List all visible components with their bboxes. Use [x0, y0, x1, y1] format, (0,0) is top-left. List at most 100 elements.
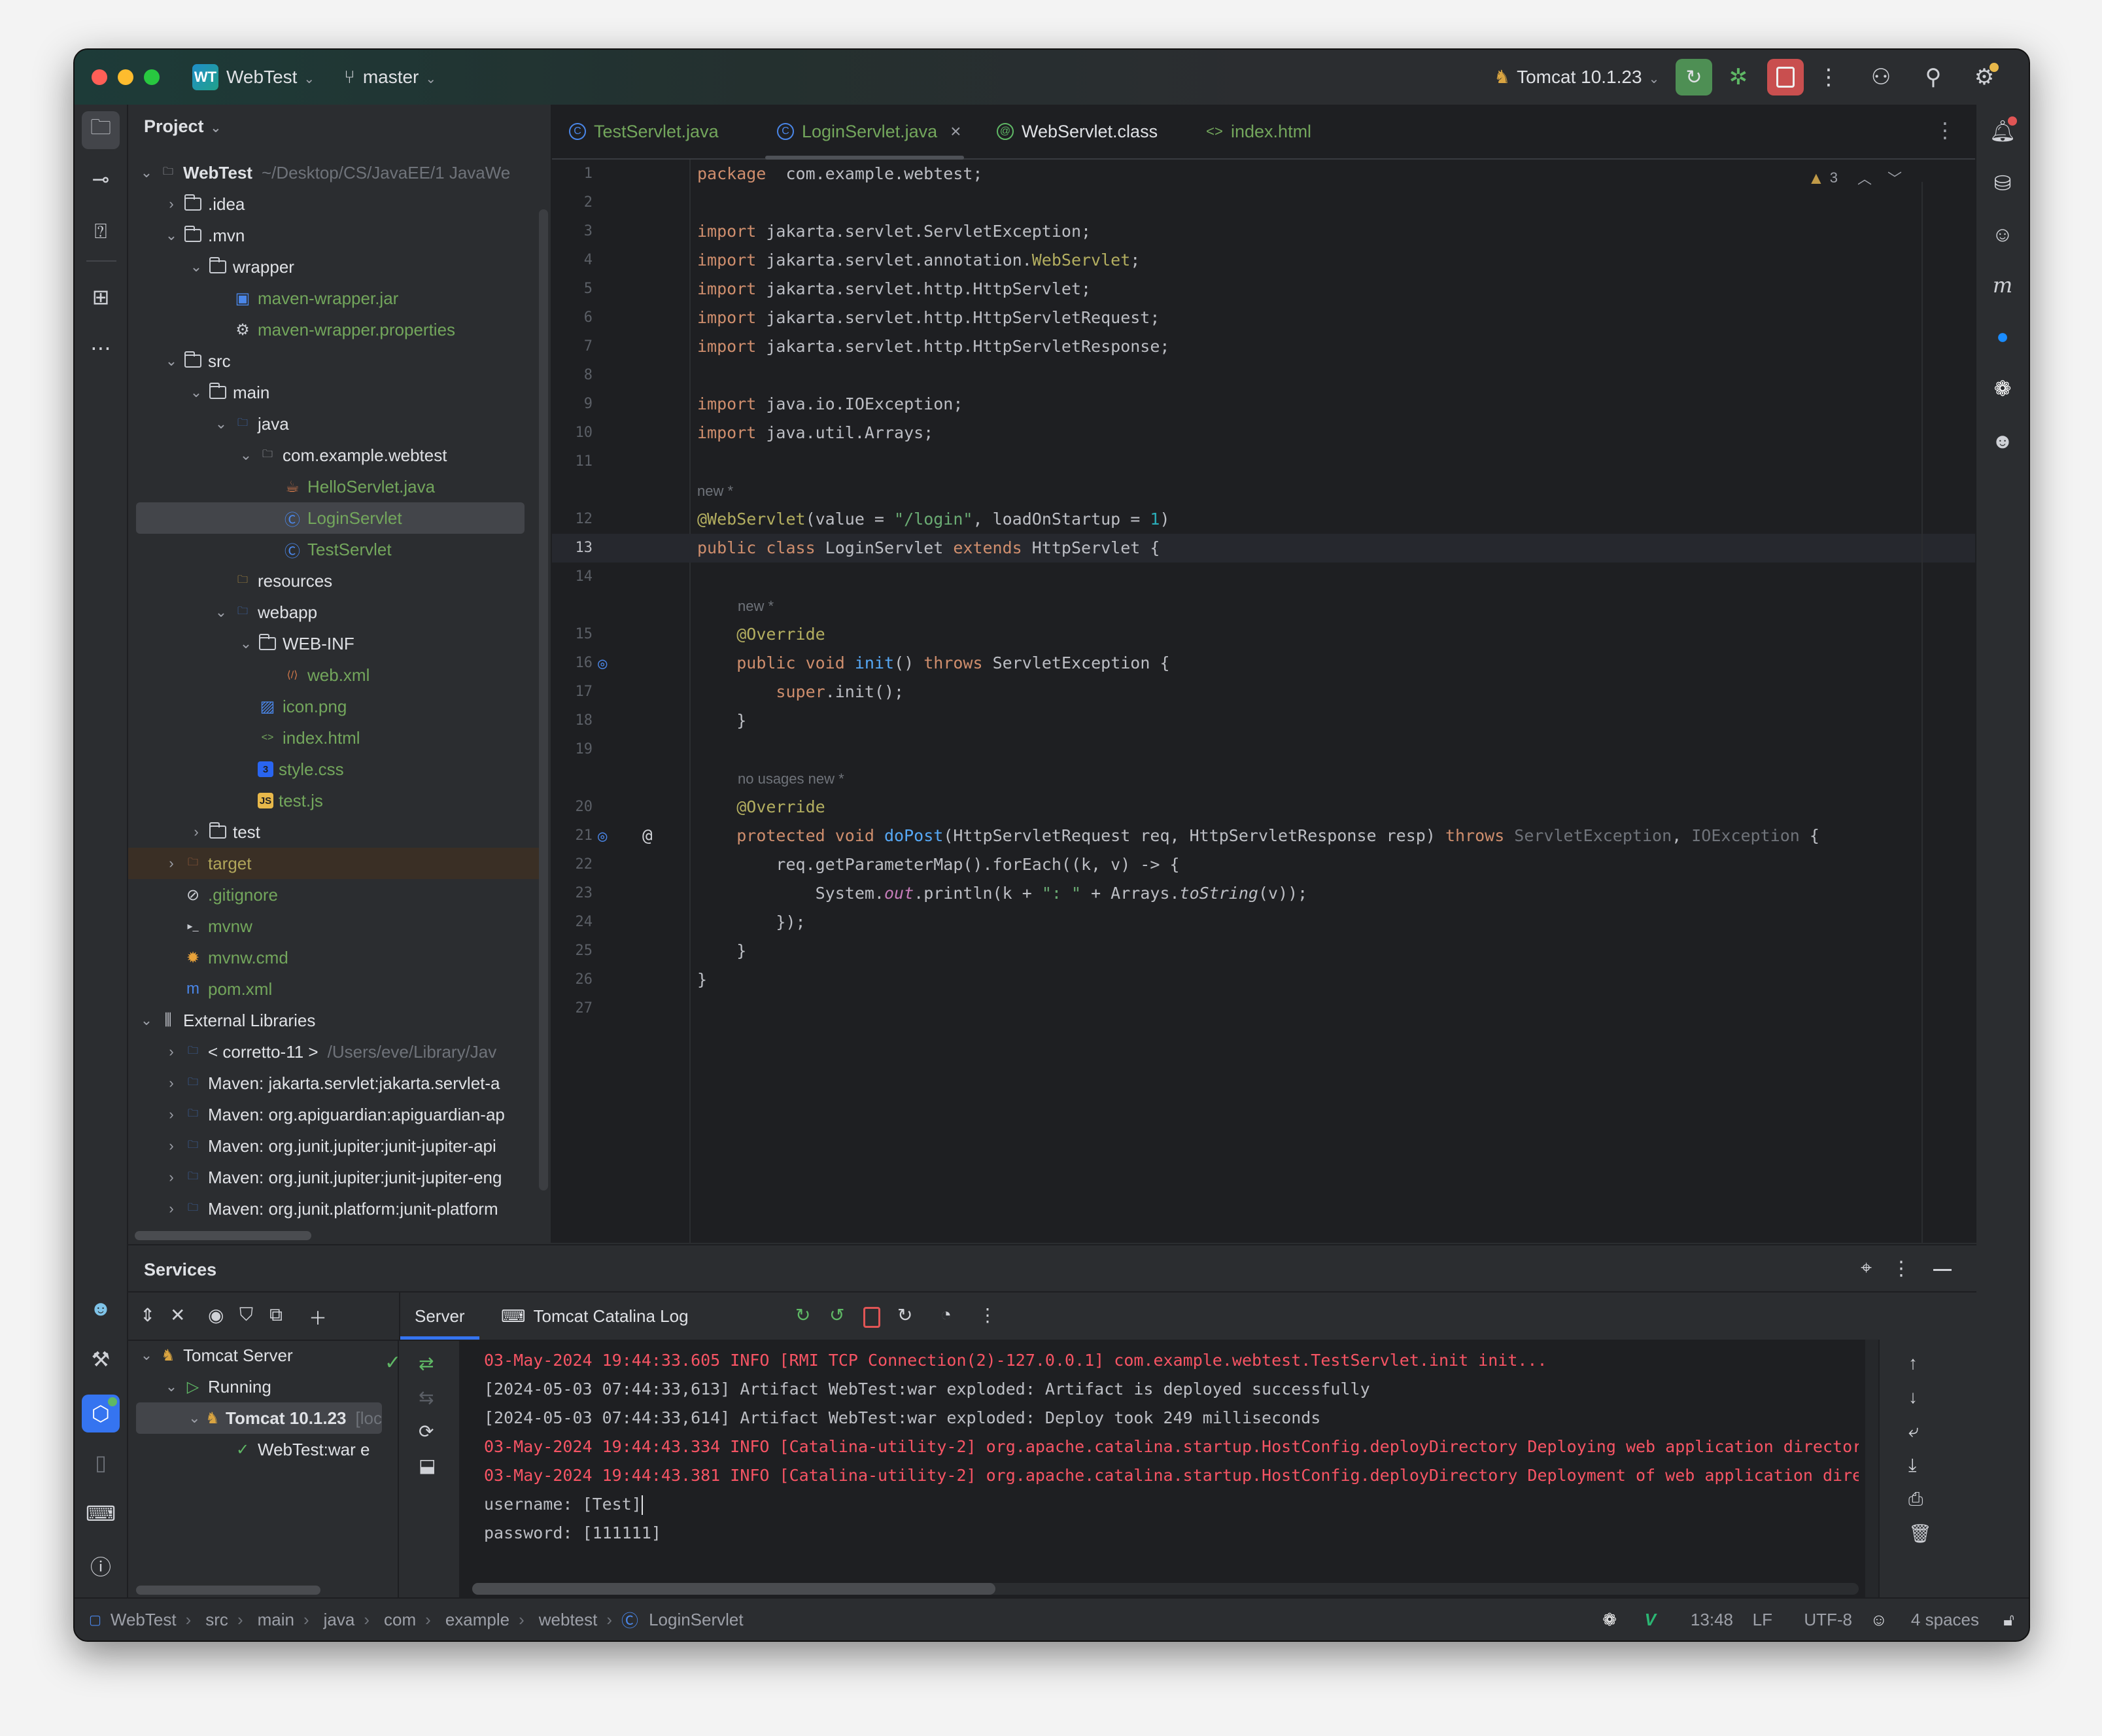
- chevron-right-icon[interactable]: ›: [162, 855, 181, 872]
- previous-highlight-icon[interactable]: ︿: [1857, 167, 1872, 188]
- tree-item[interactable]: ⌄ 🗀 java: [128, 408, 540, 440]
- tree-item[interactable]: ✹ mvnw.cmd: [128, 942, 540, 973]
- tree-item[interactable]: ⌄ wrapper: [128, 251, 540, 283]
- code-line[interactable]: 5 import jakarta.servlet.http.HttpServlet…: [552, 275, 1975, 304]
- problems-tool-button[interactable]: ⓘ: [85, 1550, 116, 1582]
- breadcrumb-item[interactable]: webtest: [539, 1610, 598, 1630]
- code-line[interactable]: 15 @Override: [552, 620, 1975, 649]
- scroll-down-icon[interactable]: ↓: [1908, 1387, 1918, 1408]
- tree-item[interactable]: ⌄ 🗀 WebTest ~/Desktop/CS/JavaEE/1 JavaWe: [128, 157, 540, 188]
- tree-item[interactable]: Ⓒ TestServlet: [128, 534, 540, 565]
- copilot-button[interactable]: ☺: [1987, 218, 2018, 250]
- rerun-button[interactable]: ↻: [1676, 59, 1712, 95]
- close-window-button[interactable]: [92, 69, 107, 85]
- tree-item[interactable]: ⌄ ♞ Tomcat 10.1.23 [loc: [136, 1402, 382, 1434]
- locate-button[interactable]: ⌖: [1861, 1257, 1872, 1279]
- code-line[interactable]: 6 import jakarta.servlet.http.HttpServlet…: [552, 304, 1975, 332]
- soft-wrap-icon[interactable]: ⤶: [1908, 1421, 1919, 1442]
- chevron-right-icon[interactable]: ›: [162, 1169, 181, 1186]
- code-line[interactable]: 7 import jakarta.servlet.http.HttpServlet…: [552, 332, 1975, 361]
- chevron-down-icon[interactable]: ⌄: [187, 258, 205, 275]
- tree-item[interactable]: ▨ icon.png: [128, 691, 540, 722]
- endpoints-tool-button[interactable]: ▯: [85, 1447, 116, 1478]
- terminal-tool-button[interactable]: ⌨: [85, 1498, 116, 1529]
- chevron-down-icon[interactable]: ⌄: [162, 227, 181, 244]
- services-tab-tomcat-catalina-log[interactable]: ⌨ Tomcat Catalina Log: [501, 1293, 689, 1340]
- tree-item[interactable]: JS test.js: [128, 785, 540, 816]
- tree-item[interactable]: 3 style.css: [128, 754, 540, 785]
- code-line[interactable]: 12 @WebServlet(value = "/login", loadOnSt…: [552, 505, 1975, 534]
- ai-help-tool-button[interactable]: ⍰: [85, 216, 116, 247]
- chevron-down-icon[interactable]: ⌄: [212, 415, 230, 432]
- copilot-status-icon[interactable]: ☺: [1870, 1599, 1887, 1641]
- project-tool-button[interactable]: 🗀: [82, 111, 120, 149]
- breadcrumb-item[interactable]: example: [445, 1610, 509, 1630]
- project-horizontal-scrollbar[interactable]: [135, 1231, 311, 1240]
- breadcrumb-item[interactable]: com: [384, 1610, 416, 1630]
- code-line[interactable]: 9 import java.io.IOException;: [552, 390, 1975, 419]
- file-encoding[interactable]: UTF-8: [1804, 1599, 1852, 1641]
- tree-item[interactable]: ⌄ 🗀 com.example.webtest: [128, 440, 540, 471]
- code-line[interactable]: 22 req.getParameterMap().forEach((k, v) …: [552, 850, 1975, 879]
- indent-setting[interactable]: 4 spaces: [1911, 1599, 1979, 1641]
- tree-item[interactable]: › 🗀 < corretto-11 > /Users/eve/Library/Jav: [128, 1036, 540, 1068]
- profiler-icon[interactable]: ◔: [940, 1304, 952, 1325]
- build-tool-button[interactable]: ⚒: [85, 1344, 116, 1375]
- line-separator[interactable]: LF: [1753, 1599, 1772, 1641]
- structure-tool-button[interactable]: ⊞: [85, 281, 116, 313]
- tree-item[interactable]: › 🗀 target: [128, 848, 540, 879]
- code-with-me-button[interactable]: ⚇: [1865, 61, 1897, 93]
- undeploy-icon[interactable]: ⇆: [419, 1387, 434, 1408]
- expand-all-icon[interactable]: ⇕: [140, 1304, 155, 1326]
- endpoint-at-icon[interactable]: @: [642, 822, 653, 850]
- chevron-down-icon[interactable]: ⌄: [237, 635, 255, 652]
- breadcrumb-item[interactable]: src: [205, 1610, 228, 1630]
- new-tab-icon[interactable]: ⧉: [269, 1304, 283, 1326]
- tree-item[interactable]: › 🗀 Maven: org.junit.jupiter:junit-jupiter…: [128, 1162, 540, 1193]
- tree-item[interactable]: ⊘ .gitignore: [128, 879, 540, 911]
- add-service-icon[interactable]: ＋: [309, 1304, 327, 1330]
- code-line[interactable]: 25 }: [552, 937, 1975, 965]
- inspection-widget[interactable]: ▲ 3 ︿ ﹀: [1808, 167, 1902, 188]
- chevron-right-icon[interactable]: ›: [162, 1137, 181, 1154]
- code-line[interactable]: 19: [552, 735, 1975, 764]
- services-tree-scrollbar[interactable]: [136, 1586, 320, 1595]
- tree-item[interactable]: ▸_ mvnw: [128, 911, 540, 942]
- redeploy-icon[interactable]: ⟳: [419, 1421, 434, 1442]
- tab-testservlet-java[interactable]: C TestServlet.java: [569, 105, 719, 158]
- code-line[interactable]: 16 ◎ public void init() throws ServletExc…: [552, 649, 1975, 678]
- code-line[interactable]: 21 ◎ @ protected void doPost(HttpServletRe…: [552, 822, 1975, 850]
- override-method-icon[interactable]: ◎: [598, 822, 607, 850]
- rerun-icon[interactable]: ↻: [795, 1304, 810, 1326]
- chevron-right-icon[interactable]: ›: [187, 824, 205, 841]
- code-line[interactable]: 23 System.out.println(k + ": " + Arrays.…: [552, 879, 1975, 908]
- run-config-selector[interactable]: ♞ Tomcat 10.1.23 ⌄: [1494, 50, 1659, 105]
- clear-all-icon[interactable]: 🗑︎: [1908, 1523, 1932, 1544]
- search-everywhere-button[interactable]: ⚲: [1918, 61, 1949, 93]
- tree-item[interactable]: ✓ WebTest:war e: [128, 1434, 398, 1465]
- branch-selector[interactable]: ⑂ master ⌄: [344, 50, 436, 105]
- project-vertical-scrollbar[interactable]: [539, 209, 548, 1190]
- code-line[interactable]: 27: [552, 994, 1975, 1023]
- console-vertical-scrollbar[interactable]: [1865, 1340, 1878, 1599]
- code-line[interactable]: 8: [552, 361, 1975, 390]
- chevron-down-icon[interactable]: ⌄: [187, 384, 205, 401]
- more-tools-button[interactable]: ⋯: [85, 332, 116, 364]
- tree-item[interactable]: ⌄ main: [128, 377, 540, 408]
- maven-button[interactable]: m: [1987, 269, 2018, 301]
- tree-item[interactable]: <> index.html: [128, 722, 540, 754]
- notifications-button[interactable]: 🔔︎: [1987, 115, 2018, 147]
- code-line[interactable]: 10 import java.util.Arrays;: [552, 419, 1975, 447]
- copilot-chat-button[interactable]: ☻: [1987, 425, 2018, 457]
- code-line[interactable]: 18 }: [552, 706, 1975, 735]
- chevron-right-icon[interactable]: ›: [162, 1043, 181, 1060]
- breadcrumb-item[interactable]: java: [324, 1610, 355, 1630]
- chat-button[interactable]: ●: [1987, 321, 2018, 352]
- project-selector[interactable]: WebTest ⌄: [226, 50, 315, 105]
- next-highlight-icon[interactable]: ﹀: [1887, 167, 1902, 188]
- chevron-down-icon[interactable]: ⌄: [187, 1410, 202, 1427]
- breadcrumb-item[interactable]: LoginServlet: [649, 1610, 744, 1630]
- services-options-button[interactable]: ⋮: [1891, 1257, 1911, 1280]
- rerun-debug-icon[interactable]: ↺: [829, 1304, 844, 1326]
- chevron-right-icon[interactable]: ›: [162, 1106, 181, 1123]
